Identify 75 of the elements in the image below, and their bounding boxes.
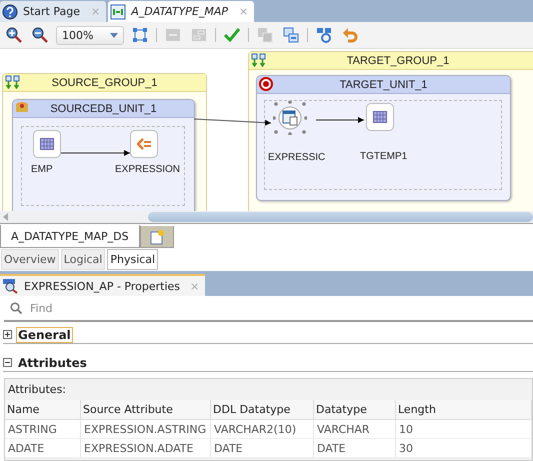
group-title: SOURCE_GROUP_1 <box>52 76 158 88</box>
scroll-left-icon[interactable] <box>3 213 8 221</box>
zoom-out-icon <box>32 27 48 43</box>
zoom-dropdown[interactable]: 100% <box>56 26 124 44</box>
stacked-squares-icon <box>283 27 299 43</box>
properties-title: EXPRESSION_AP - Properties <box>24 280 180 292</box>
validate-button[interactable] <box>222 25 242 45</box>
node-box[interactable] <box>366 103 394 131</box>
fit-selection-icon <box>132 27 148 43</box>
unit-title: SOURCEDB_UNIT_1 <box>50 102 157 114</box>
collapse-icon <box>165 27 181 43</box>
column-header[interactable]: Length <box>396 400 532 420</box>
node-box[interactable] <box>33 130 61 158</box>
view-tab[interactable]: Overview <box>1 249 59 270</box>
table-cell: ASTRING <box>5 420 81 439</box>
selected-node[interactable] <box>273 101 307 135</box>
ungroup-button[interactable] <box>281 25 301 45</box>
table-cell: 10 <box>396 420 532 439</box>
checkmark-icon <box>224 28 240 42</box>
connector-arrow <box>60 150 130 156</box>
unit-title: TARGET_UNIT_1 <box>340 78 428 90</box>
search-icon <box>10 302 22 314</box>
help-icon <box>2 4 18 20</box>
table-icon <box>40 138 54 150</box>
table-label: Attributes: <box>7 382 68 398</box>
expand-icon <box>191 27 207 43</box>
refresh-button[interactable] <box>314 25 334 45</box>
node-label: EMP <box>31 164 53 175</box>
document-tab[interactable]: A_DATATYPE_MAP × <box>108 1 254 22</box>
caret-icon <box>110 32 118 38</box>
node-label: EXPRESSIC <box>268 152 326 163</box>
scrollbar[interactable] <box>0 211 533 223</box>
table-cell: EXPRESSION.ADATE <box>81 439 211 458</box>
column-header[interactable]: DDL Datatype <box>211 400 314 420</box>
properties-tab[interactable]: EXPRESSION_AP - Properties × <box>0 274 206 296</box>
view-tab[interactable]: Logical <box>60 249 106 270</box>
group-title: TARGET_GROUP_1 <box>346 54 450 66</box>
target-icon <box>259 77 273 91</box>
node-label: EXPRESSION <box>115 164 180 175</box>
table-cell: DATE <box>211 439 314 458</box>
expand-icon[interactable] <box>3 330 12 339</box>
zoom-select-button[interactable] <box>130 25 150 45</box>
table-cell: 30 <box>396 439 532 458</box>
collapse-icon[interactable] <box>3 358 12 367</box>
table-cell: VARCHAR2(10) <box>211 420 314 439</box>
table-cell: DATE <box>314 439 396 458</box>
document-tab[interactable]: Start Page × <box>0 1 106 22</box>
zoom-out-button[interactable] <box>30 25 50 45</box>
table-cell: ADATE <box>5 439 81 458</box>
table-icon <box>373 111 387 123</box>
new-diagram-button[interactable] <box>140 226 174 248</box>
undo-icon <box>342 27 358 43</box>
zoom-in-button[interactable] <box>4 25 24 45</box>
zoom-in-icon <box>6 27 22 43</box>
scrollbar-thumb[interactable] <box>148 212 533 222</box>
group-icon <box>5 75 21 89</box>
node-box[interactable] <box>130 130 158 158</box>
expression-icon <box>137 138 151 150</box>
table-cell: EXPRESSION.ASTRING <box>81 420 211 439</box>
section-title[interactable]: Attributes <box>16 354 89 370</box>
column-header[interactable]: Datatype <box>314 400 396 420</box>
column-header[interactable]: Name <box>5 400 81 420</box>
column-header[interactable]: Source Attribute <box>81 400 211 420</box>
connector-arrow <box>316 117 364 123</box>
view-tab[interactable]: Physical <box>107 249 158 270</box>
node-label: TGTEMP1 <box>360 151 408 162</box>
section-title[interactable]: General <box>16 326 73 342</box>
table-icon <box>282 110 298 126</box>
new-page-icon <box>148 228 165 244</box>
map-icon <box>110 4 126 20</box>
table-cell: VARCHAR <box>314 420 396 439</box>
diagram-tab[interactable]: A_DATATYPE_MAP_DS <box>0 225 140 248</box>
group-icon <box>251 53 267 67</box>
stacked-squares-icon <box>257 27 273 43</box>
properties-icon <box>2 278 20 294</box>
